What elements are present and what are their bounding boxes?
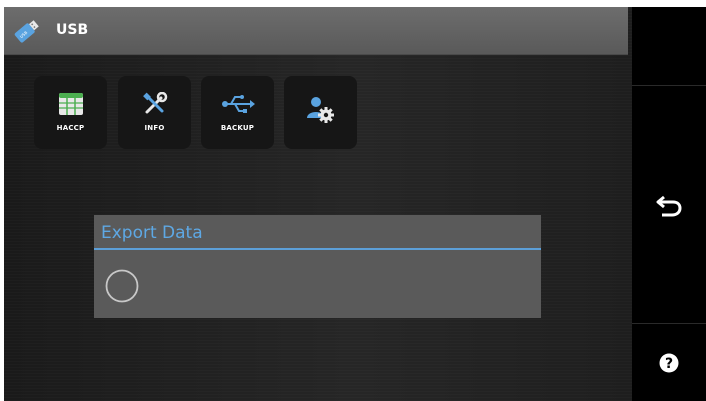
title-bar: USB USB [4,7,628,55]
tile-label: BACKUP [220,124,255,132]
tile-info[interactable]: INFO [118,76,191,149]
tools-icon [118,92,191,118]
page-title: USB [56,22,89,38]
tile-user-settings[interactable] [284,76,357,149]
back-arrow-icon [656,195,682,216]
dialog-title: Export Data [101,223,203,243]
loading-spinner-icon [105,269,139,303]
user-settings-icon [284,96,357,123]
help-button[interactable]: ? [632,324,706,401]
side-panel: ? [632,7,706,401]
dialog-divider [94,248,541,250]
export-dialog: Export Data [94,215,541,318]
tile-label: INFO [144,124,165,132]
usb-symbol-icon [201,92,274,118]
tile-label: HACCP [56,124,85,132]
back-button[interactable] [632,86,706,323]
svg-text:?: ? [665,356,673,372]
tile-backup[interactable]: BACKUP [201,76,274,149]
usb-stick-icon: USB [14,20,39,43]
help-icon: ? [659,353,679,372]
tile-haccp[interactable]: HACCP [34,76,107,149]
haccp-table-icon [34,92,107,118]
usb-screen: USB USB HACCP INFO BACKUP Export Data ? [4,7,706,401]
